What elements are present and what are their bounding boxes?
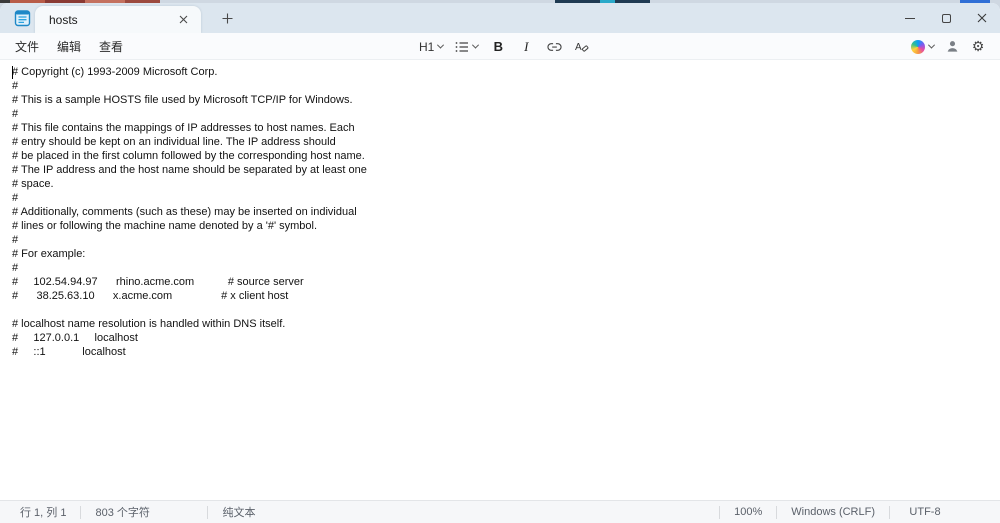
cursor-position: 行 1, 列 1 <box>0 504 80 520</box>
notepad-app-icon <box>14 9 31 27</box>
text-editor[interactable]: # Copyright (c) 1993-2009 Microsoft Corp… <box>0 60 1000 500</box>
copilot-dropdown[interactable] <box>907 36 938 58</box>
notepad-window: hosts 文件 编辑 查看 <box>0 3 1000 523</box>
italic-button[interactable]: I <box>514 36 538 58</box>
list-icon <box>455 41 469 53</box>
account-icon <box>945 39 960 54</box>
character-count: 803 个字符 <box>81 504 207 520</box>
maximize-icon <box>942 14 951 23</box>
command-bar: 文件 编辑 查看 H1 B <box>0 33 1000 60</box>
copilot-icon <box>911 40 925 54</box>
titlebar: hosts <box>0 3 1000 33</box>
new-tab-button[interactable] <box>215 6 239 30</box>
menu-edit[interactable]: 编辑 <box>48 35 90 58</box>
document-type: 纯文本 <box>208 504 269 520</box>
window-controls <box>892 3 1000 33</box>
clear-formatting-icon: A <box>575 40 589 53</box>
heading-dropdown[interactable]: H1 <box>415 36 447 58</box>
bold-label: B <box>494 39 503 54</box>
link-icon <box>547 41 562 53</box>
encoding[interactable]: UTF-8 <box>890 506 960 518</box>
close-icon <box>977 13 987 23</box>
bold-button[interactable]: B <box>486 36 510 58</box>
status-bar: 行 1, 列 1 803 个字符 纯文本 100% Windows (CRLF)… <box>0 500 1000 523</box>
minimize-button[interactable] <box>892 3 928 33</box>
tab-hosts[interactable]: hosts <box>35 6 201 33</box>
chevron-down-icon <box>472 42 479 49</box>
menu-bar: 文件 编辑 查看 <box>6 35 132 58</box>
link-button[interactable] <box>542 36 566 58</box>
clear-formatting-button[interactable]: A <box>570 36 594 58</box>
formatting-toolbar: H1 B I <box>415 33 594 60</box>
menu-view[interactable]: 查看 <box>90 35 132 58</box>
chevron-down-icon <box>437 42 444 49</box>
text-caret <box>12 66 13 79</box>
maximize-button[interactable] <box>928 3 964 33</box>
screen: hosts 文件 编辑 查看 <box>0 0 1000 523</box>
close-button[interactable] <box>964 3 1000 33</box>
svg-text:A: A <box>575 42 582 53</box>
commandbar-right: ⚙ <box>907 33 990 60</box>
tab-title: hosts <box>49 13 78 27</box>
italic-label: I <box>524 39 528 55</box>
settings-button[interactable]: ⚙ <box>966 36 990 58</box>
heading-label: H1 <box>419 40 434 54</box>
menu-file[interactable]: 文件 <box>6 35 48 58</box>
gear-icon: ⚙ <box>972 40 985 54</box>
chevron-down-icon <box>928 42 935 49</box>
account-button[interactable] <box>940 36 964 58</box>
tab-close-icon[interactable] <box>173 10 193 30</box>
minimize-icon <box>905 18 915 19</box>
editor-text: # Copyright (c) 1993-2009 Microsoft Corp… <box>0 60 1000 364</box>
list-dropdown[interactable] <box>451 36 482 58</box>
line-ending[interactable]: Windows (CRLF) <box>777 506 889 518</box>
zoom-level[interactable]: 100% <box>720 506 776 518</box>
